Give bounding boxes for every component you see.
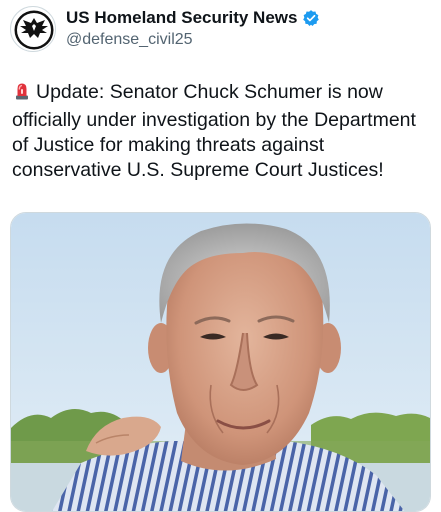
tweet-text: Update: Senator Chuck Schumer is now off… — [12, 81, 416, 181]
police-car-light-icon — [12, 81, 32, 108]
tweet-text-container: Update: Senator Chuck Schumer is now off… — [12, 80, 434, 183]
author-name-row[interactable]: US Homeland Security News — [66, 8, 320, 28]
verified-badge-icon — [302, 9, 320, 27]
photo-image — [11, 213, 430, 511]
tweet-media-photo[interactable] — [10, 212, 431, 512]
author-avatar[interactable] — [10, 6, 56, 52]
tweet-card: US Homeland Security News @defense_civil… — [0, 0, 441, 512]
author-handle[interactable]: @defense_civil25 — [66, 30, 193, 50]
shield-eagle-logo-icon — [12, 8, 55, 51]
author-display-name[interactable]: US Homeland Security News — [66, 8, 297, 28]
